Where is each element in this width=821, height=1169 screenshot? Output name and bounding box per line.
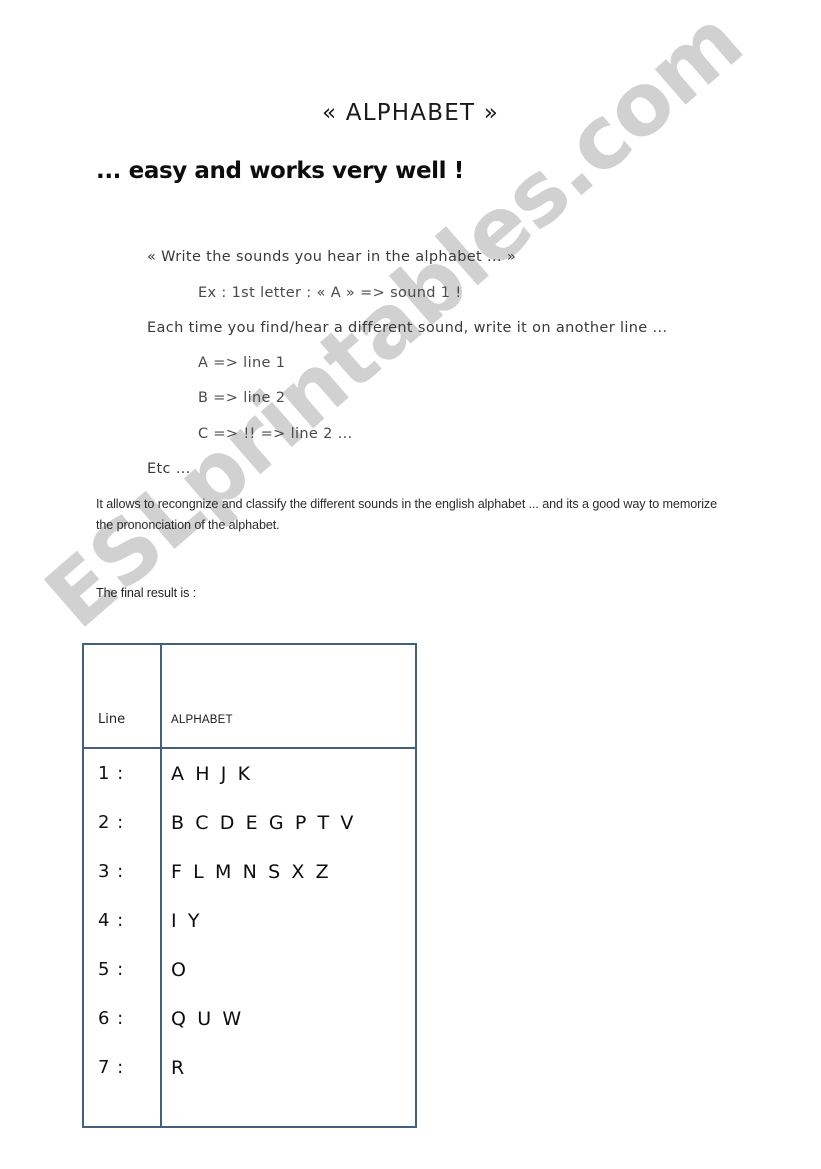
row-letters: B C D E G P T V: [160, 798, 417, 847]
instruction-line-2: Ex : 1st letter : « A » => sound 1 !: [198, 285, 462, 301]
row-letters: R: [160, 1043, 417, 1092]
table-row: 5 : O: [82, 945, 417, 994]
row-line-number: 5 :: [82, 945, 162, 994]
instruction-line-3: Each time you find/hear a different soun…: [147, 320, 668, 336]
table-header-row: Line ALPHABET: [82, 643, 417, 749]
spacer-cell-alphabet: [160, 1092, 417, 1128]
row-line-number: 1 :: [82, 748, 162, 798]
instruction-line-6: C => !! => line 2 ...: [198, 426, 353, 442]
row-letters: A H J K: [160, 748, 417, 798]
row-letters: Q U W: [160, 994, 417, 1043]
explanatory-note: It allows to recongnize and classify the…: [96, 497, 718, 532]
table-row: 4 : I Y: [82, 896, 417, 945]
row-letters: O: [160, 945, 417, 994]
page-subtitle: ... easy and works very well !: [96, 158, 464, 184]
column-header-alphabet: ALPHABET: [160, 643, 417, 749]
instruction-line-7: Etc ...: [147, 461, 191, 477]
final-result-label: The final result is :: [96, 586, 197, 600]
table-row: 1 : A H J K: [82, 748, 417, 798]
instruction-line-1: « Write the sounds you hear in the alpha…: [147, 249, 517, 265]
instruction-line-5: B => line 2: [198, 390, 286, 406]
alphabet-sounds-table: Line ALPHABET 1 : A H J K 2 : B C D E G …: [82, 643, 417, 1128]
row-line-number: 2 :: [82, 798, 162, 847]
row-line-number: 7 :: [82, 1043, 162, 1092]
row-line-number: 4 :: [82, 896, 162, 945]
table-row: 3 : F L M N S X Z: [82, 847, 417, 896]
row-line-number: 3 :: [82, 847, 162, 896]
table-row: 6 : Q U W: [82, 994, 417, 1043]
instruction-line-4: A => line 1: [198, 355, 286, 371]
table-row: 7 : R: [82, 1043, 417, 1092]
page-title: « ALPHABET »: [322, 100, 499, 126]
table-bottom-spacer: [82, 1092, 417, 1128]
row-letters: F L M N S X Z: [160, 847, 417, 896]
row-letters: I Y: [160, 896, 417, 945]
row-line-number: 6 :: [82, 994, 162, 1043]
column-header-line: Line: [82, 643, 162, 749]
table-row: 2 : B C D E G P T V: [82, 798, 417, 847]
spacer-cell-line: [82, 1092, 162, 1128]
worksheet-page: ESLprintables.com « ALPHABET » ... easy …: [0, 0, 821, 1169]
